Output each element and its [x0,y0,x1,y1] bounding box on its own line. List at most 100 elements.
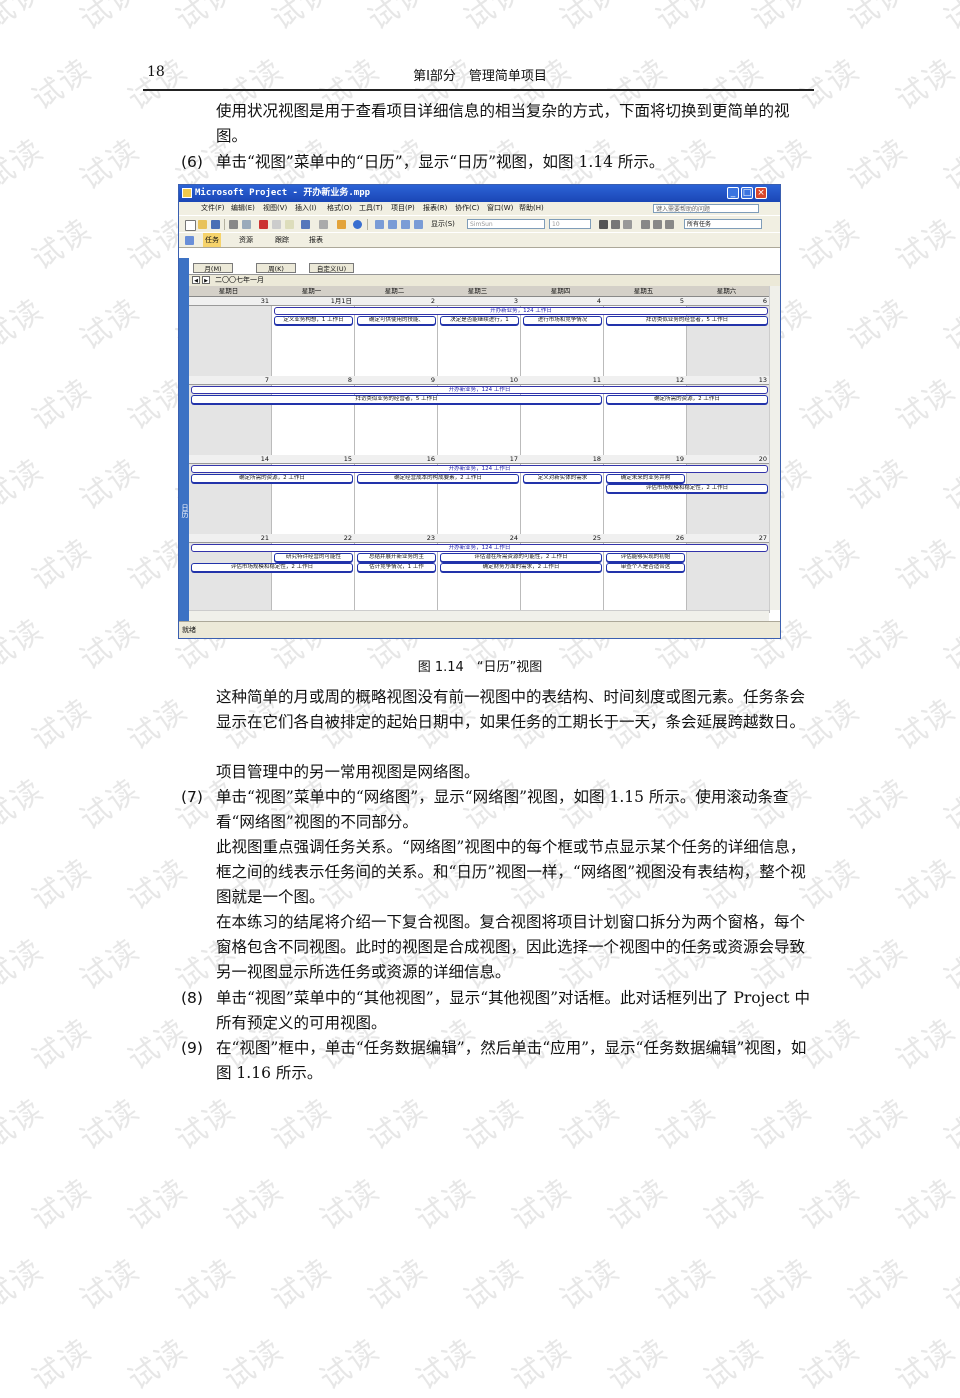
underline-icon[interactable] [623,220,632,229]
menu-bar: 文件(F) 编辑(E) 视图(V) 插入(I) 格式(O) 工具(T) 项目(P) 报表(R)… [179,202,780,215]
menu-item[interactable]: 格式(O) [327,202,352,215]
align-left-icon[interactable] [641,220,650,229]
menu-item[interactable]: 文件(F) [201,202,225,215]
close-icon[interactable]: × [755,187,767,199]
undo-icon[interactable] [301,220,310,229]
watermark-text: 试读 [121,692,195,758]
align-center-icon[interactable] [653,220,662,229]
help-search-input[interactable]: 键入需要帮助的问题 [653,204,759,213]
task-bar[interactable]: 确定经营成本的构成要素，2 工作日 [357,474,519,483]
redo-icon[interactable] [319,220,328,229]
remove-icon[interactable] [414,220,423,229]
summary-task-bar[interactable]: 开办新业务，124 工作日 [191,544,768,552]
align-right-icon[interactable] [665,220,674,229]
new-file-icon[interactable] [185,220,196,231]
prev-month-icon[interactable]: ◀ [192,276,200,284]
cut-icon[interactable] [259,220,268,229]
menu-item[interactable]: 插入(I) [295,202,317,215]
task-bar[interactable]: 估计竞争情况，1 工作 [357,563,436,572]
filter-combo[interactable]: 所有任务 [684,219,762,229]
print-icon[interactable] [229,220,238,229]
size-combo[interactable]: 10 [549,219,591,229]
task-bar[interactable]: 拜访类似业务的经营者，5 工作日 [606,316,768,325]
guide-3-button[interactable]: 跟踪 [275,233,289,248]
watermark-text: 试读 [841,772,915,838]
bold-icon[interactable] [599,220,608,229]
task-bar[interactable]: 确定所需的资源，2 工作日 [191,474,353,483]
task-bar[interactable]: 评估市场规模和稳定性，2 工作日 [606,484,768,493]
paste-icon[interactable] [285,220,294,229]
task-bar[interactable]: 总结并展开新业务的主 [357,553,436,562]
date-number: 5 [679,297,684,305]
vertical-scrollbar[interactable] [769,286,780,610]
date-number: 2 [430,297,435,305]
week-button[interactable]: 周(K) [256,263,296,273]
watermark-text: 试读 [25,532,99,598]
guide-icon[interactable] [185,236,194,245]
task-bar[interactable]: 定义业务构想，1 工作日 [274,316,353,325]
task-bar[interactable]: 评估能够实现的初始 [606,553,685,562]
task-bar[interactable]: 审查个人是否适合这 [606,563,685,572]
task-bar[interactable]: 进行市场和竞争情况 [523,316,602,325]
menu-item[interactable]: 报表(R) [423,202,447,215]
minimize-icon[interactable]: _ [727,187,739,199]
task-bar[interactable]: 评估市场规模和稳定性，2 工作日 [191,563,353,572]
task-bar[interactable]: 评估潜在所需资源的可能性，2 工作日 [440,553,602,562]
date-number: 4 [596,297,601,305]
font-combo[interactable]: SimSun [467,219,545,229]
watermark-text: 试读 [841,1252,915,1318]
date-number: 22 [343,534,352,542]
date-number: 26 [675,534,684,542]
summary-task-bar[interactable]: 开办新业务，124 工作日 [274,307,768,315]
watermark-text: 试读 [169,0,243,38]
show-menu-button[interactable]: 显示(S) [431,219,455,230]
next-month-icon[interactable]: ▶ [202,276,210,284]
summary-task-bar[interactable]: 开办新业务，124 工作日 [191,465,768,473]
day-cell[interactable] [189,297,272,376]
task-bar[interactable]: 确定财务方面的需求，2 工作日 [440,563,602,572]
month-button[interactable]: 月(M) [193,263,233,273]
watermark-text: 试读 [25,692,99,758]
menu-item[interactable]: 工具(T) [359,202,383,215]
day-name: 星期三 [467,287,488,295]
menu-item[interactable]: 窗口(W) [487,202,513,215]
add-icon[interactable] [401,220,410,229]
save-icon[interactable] [211,220,220,229]
help-icon[interactable] [353,220,362,229]
custom-button[interactable]: 自定义(U) [309,263,354,273]
task-bar[interactable]: 定义对新实体的需求 [523,474,602,483]
watermark-text: 试读 [889,692,960,758]
task-bar[interactable]: 研究特许经营的可能性 [274,553,353,562]
date-number: 23 [426,534,435,542]
task-bar[interactable]: 确定未来的业务并购 [606,474,685,483]
date-number: 18 [592,455,601,463]
task-bar[interactable]: 拜访类似业务的经营者，5 工作日 [191,395,602,404]
scroll-left-icon[interactable] [375,220,384,229]
task-bar[interactable]: 决定是否能继续进行，1 [440,316,519,325]
watermark-text: 试读 [745,1252,819,1318]
copy-icon[interactable] [272,220,281,229]
task-bar[interactable]: 确定可供使用的技能、 [357,316,436,325]
date-number: 17 [509,455,518,463]
summary-task-bar[interactable]: 开办新业务，124 工作日 [191,386,768,394]
menu-item[interactable]: 帮助(H) [519,202,544,215]
guide-1-button[interactable]: 任务 [203,233,221,248]
open-folder-icon[interactable] [198,220,207,229]
step-number-7: (7) [181,788,203,806]
menu-item[interactable]: 协作(C) [455,202,479,215]
preview-icon[interactable] [242,220,251,229]
menu-item[interactable]: 项目(P) [391,202,415,215]
task-bar[interactable]: 确定所需的资源，2 工作日 [606,395,768,404]
menu-item[interactable]: 编辑(E) [231,202,255,215]
menu-item[interactable]: 视图(V) [263,202,287,215]
guide-2-button[interactable]: 资源 [239,233,253,248]
guide-4-button[interactable]: 报表 [309,233,323,248]
italic-icon[interactable] [611,220,620,229]
date-number: 24 [509,534,518,542]
watermark-text: 试读 [169,1092,243,1158]
scroll-right-icon[interactable] [388,220,397,229]
app-icon [182,188,192,198]
maximize-icon[interactable]: □ [741,187,753,199]
format-painter-icon[interactable] [337,220,346,229]
standard-toolbar: 显示(S) SimSun 10 所有任务 [179,215,780,233]
